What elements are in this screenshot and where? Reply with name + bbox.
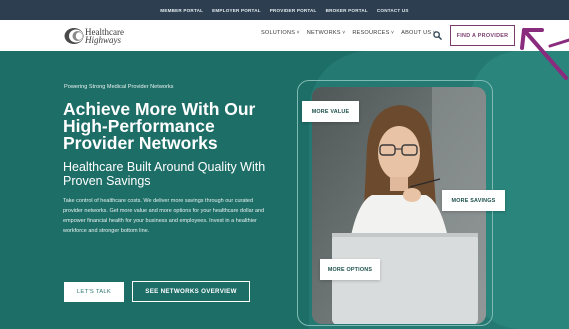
more-options-badge: MORE OPTIONS bbox=[320, 259, 380, 280]
nav-item-label: ABOUT US bbox=[401, 30, 432, 36]
find-a-provider-button[interactable]: FIND A PROVIDER bbox=[450, 25, 515, 46]
hero-subhead: Healthcare Built Around Quality With Pro… bbox=[63, 160, 266, 188]
site-logo[interactable]: Healthcare Highways bbox=[64, 26, 124, 46]
nav-item-label: SOLUTIONS bbox=[261, 30, 296, 36]
logo-line-2: Highways bbox=[85, 35, 121, 45]
chevron-down-icon: ˅ bbox=[296, 30, 300, 36]
nav-item-networks[interactable]: NETWORKS ˅ bbox=[307, 30, 346, 36]
primary-nav-links: SOLUTIONS ˅ NETWORKS ˅ RESOURCES ˅ ABOUT… bbox=[261, 30, 436, 36]
hero-headline: Achieve More With Our High-Performance P… bbox=[63, 99, 256, 153]
hero-eyebrow: Powering Strong Medical Provider Network… bbox=[64, 84, 174, 90]
member-portal-link[interactable]: MEMBER PORTAL bbox=[160, 8, 203, 13]
nav-item-about-us[interactable]: ABOUT US ˅ bbox=[401, 30, 436, 36]
contact-us-link[interactable]: CONTACT US bbox=[377, 8, 409, 13]
provider-portal-link[interactable]: PROVIDER PORTAL bbox=[270, 8, 317, 13]
logo-mark-icon bbox=[64, 28, 84, 44]
broker-portal-link[interactable]: BROKER PORTAL bbox=[326, 8, 368, 13]
employer-portal-link[interactable]: EMPLOYER PORTAL bbox=[212, 8, 261, 13]
chevron-down-icon: ˅ bbox=[391, 30, 395, 36]
see-networks-overview-button[interactable]: SEE NETWORKS OVERVIEW bbox=[132, 281, 250, 302]
nav-item-label: NETWORKS bbox=[306, 30, 341, 36]
more-savings-badge: MORE SAVINGS bbox=[442, 190, 505, 211]
arrow-pointer-icon bbox=[520, 28, 569, 80]
main-nav: Healthcare Highways SOLUTIONS ˅ NETWORKS… bbox=[0, 20, 569, 51]
chevron-down-icon: ˅ bbox=[342, 30, 346, 36]
search-icon[interactable] bbox=[433, 31, 442, 40]
hero-body-copy: Take control of healthcare costs. We del… bbox=[63, 198, 265, 234]
lets-talk-button[interactable]: LET'S TALK bbox=[64, 282, 124, 302]
nav-item-solutions[interactable]: SOLUTIONS ˅ bbox=[261, 30, 300, 36]
more-value-badge: MORE VALUE bbox=[302, 101, 359, 122]
utility-bar: MEMBER PORTAL EMPLOYER PORTAL PROVIDER P… bbox=[0, 0, 569, 20]
nav-item-resources[interactable]: RESOURCES ˅ bbox=[352, 30, 394, 36]
logo-wordmark: Healthcare Highways bbox=[85, 28, 124, 45]
nav-item-label: RESOURCES bbox=[352, 30, 390, 36]
